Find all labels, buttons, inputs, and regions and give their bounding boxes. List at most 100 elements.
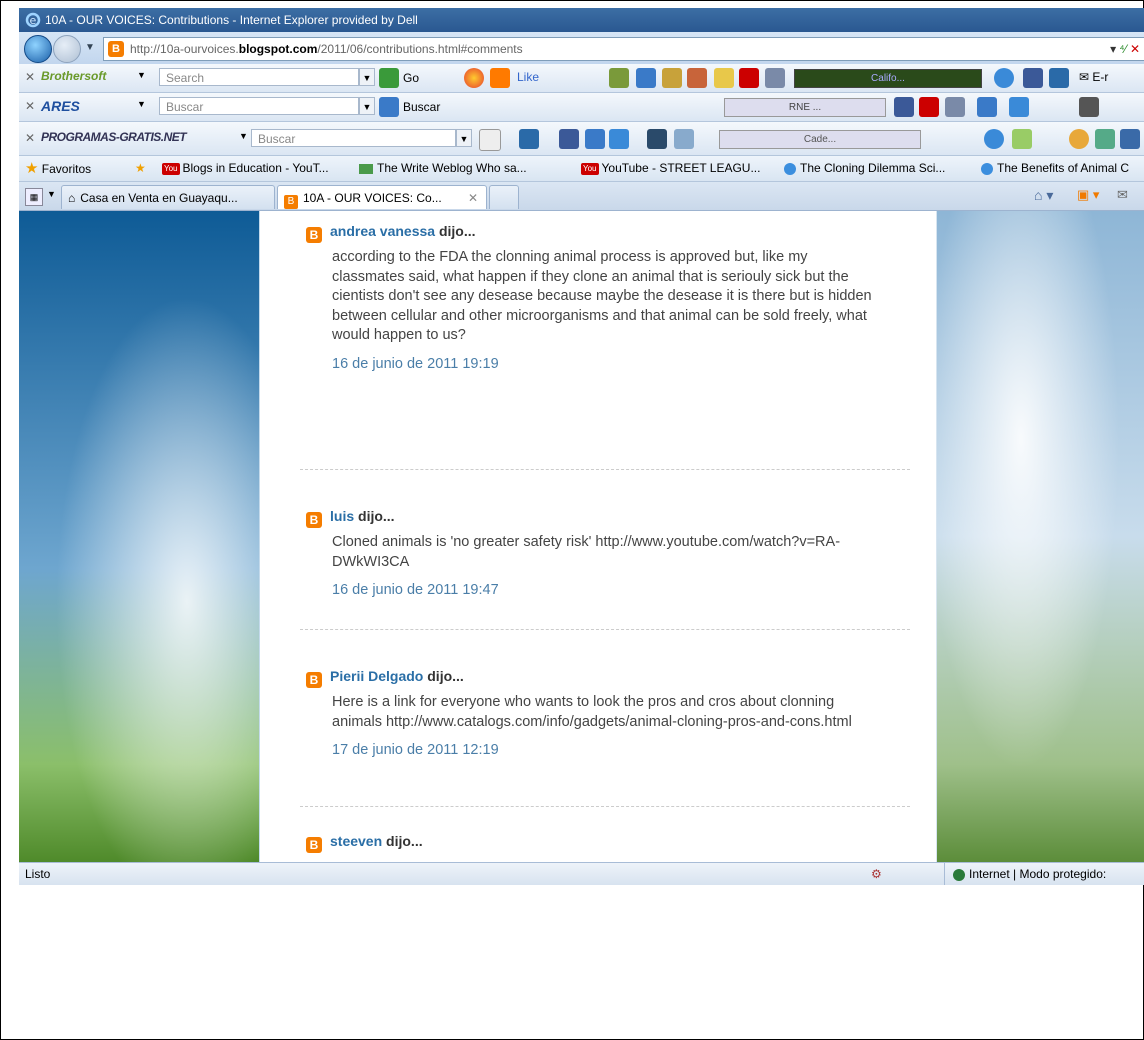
- favorite-link[interactable]: You Blogs in Education - YouT...: [162, 156, 329, 181]
- game-icon[interactable]: [674, 129, 694, 149]
- blogger-icon: B: [108, 41, 124, 57]
- programas-toolbar: ✕ PROGRAMAS-GRATIS.NET ▼ Buscar ▼ Cade..…: [19, 122, 1144, 156]
- address-input[interactable]: Bhttp://10a-ourvoices.blogspot.com/2011/…: [103, 37, 1144, 61]
- home-icon[interactable]: ⌂ ▾: [1034, 187, 1053, 204]
- chrome-icon[interactable]: [464, 68, 484, 88]
- favorites-label: Favoritos: [41, 162, 92, 176]
- search-icon[interactable]: [479, 129, 501, 151]
- mail-icon[interactable]: ✉: [1117, 187, 1128, 203]
- close-toolbar-icon[interactable]: ✕: [25, 99, 35, 113]
- popup-blocker-icon[interactable]: ⚙: [871, 863, 882, 885]
- ie-icon: [784, 162, 796, 175]
- chevron-down-icon[interactable]: ▼: [239, 131, 248, 141]
- tv-icon[interactable]: [765, 68, 785, 88]
- search-icon[interactable]: [379, 68, 399, 88]
- grid-icon[interactable]: [636, 68, 656, 88]
- ares-search-input[interactable]: Buscar: [159, 97, 359, 115]
- radio-player[interactable]: RNE ...: [724, 98, 886, 117]
- youtube-icon: You: [162, 162, 180, 175]
- close-toolbar-icon[interactable]: ✕: [25, 70, 35, 84]
- author-link[interactable]: steeven: [330, 833, 382, 849]
- favorites-button[interactable]: ★ Favoritos: [25, 156, 91, 182]
- youtube-icon: You: [581, 162, 599, 175]
- social-icon[interactable]: [1009, 97, 1029, 117]
- add-favorite-icon[interactable]: ★: [135, 156, 146, 181]
- pacman-icon[interactable]: [490, 68, 510, 88]
- youtube-icon[interactable]: [919, 97, 939, 117]
- sun-icon[interactable]: [1069, 129, 1089, 149]
- search-dropdown-button[interactable]: ▼: [359, 97, 375, 115]
- mail-icon[interactable]: [1120, 129, 1140, 149]
- tab-casa[interactable]: ⌂ Casa en Venta en Guayaqu...: [61, 185, 275, 209]
- search-button[interactable]: Buscar: [403, 100, 440, 114]
- favorite-label: Blogs in Education - YouT...: [182, 161, 329, 175]
- favorite-link[interactable]: The Cloning Dilemma Sci...: [784, 156, 945, 181]
- comment-date[interactable]: 16 de junio de 2011 19:19: [332, 356, 906, 372]
- author-link[interactable]: andrea vanessa: [330, 223, 435, 239]
- forward-button[interactable]: [53, 35, 81, 63]
- youtube-icon[interactable]: [739, 68, 759, 88]
- like-button[interactable]: Like: [517, 70, 539, 84]
- refresh-stop-icons[interactable]: ▾ ⁴⁄ ✕: [1110, 38, 1140, 60]
- tab-list-dropdown-icon[interactable]: ▼: [47, 189, 56, 199]
- tab-bar: ▦ ▼ ⌂ Casa en Venta en Guayaqu... B 10A - …: [19, 182, 1144, 211]
- quick-tabs-icon[interactable]: ▦: [25, 188, 43, 206]
- comment-author: B Pierii Delgado dijo...: [306, 666, 906, 688]
- chevron-down-icon[interactable]: ▼: [137, 70, 146, 80]
- tv-icon[interactable]: [945, 97, 965, 117]
- search-icon[interactable]: [379, 97, 399, 117]
- radio-player[interactable]: Califo...: [794, 69, 982, 88]
- security-zone[interactable]: Internet | Modo protegido:: [953, 863, 1106, 885]
- favorite-link[interactable]: The Write Weblog Who sa...: [359, 156, 527, 181]
- app-icon[interactable]: [519, 129, 539, 149]
- app-icon[interactable]: [1079, 97, 1099, 117]
- background-sky-right: [937, 211, 1144, 862]
- close-tab-icon[interactable]: ✕: [468, 186, 478, 209]
- comment-date[interactable]: 17 de junio de 2011 12:19: [332, 742, 906, 758]
- tv-icon[interactable]: [1095, 129, 1115, 149]
- close-toolbar-icon[interactable]: ✕: [25, 131, 35, 145]
- favorite-link[interactable]: You YouTube - STREET LEAGU...: [581, 156, 760, 181]
- network-icon[interactable]: [994, 68, 1014, 88]
- programas-logo: PROGRAMAS-GRATIS.NET: [41, 130, 187, 144]
- user-icon[interactable]: [1012, 129, 1032, 149]
- smiley-icon[interactable]: [984, 129, 1004, 149]
- search-dropdown-button[interactable]: ▼: [359, 68, 375, 86]
- svg-text:e: e: [30, 14, 37, 27]
- facebook-icon[interactable]: [1023, 68, 1043, 88]
- blogger-icon: B: [306, 672, 322, 688]
- author-link[interactable]: luis: [330, 508, 354, 524]
- globe-icon: [953, 868, 965, 881]
- home-icon: ⌂: [68, 191, 76, 205]
- messenger-icon[interactable]: [1049, 68, 1069, 88]
- radio-player[interactable]: Cade...: [719, 130, 921, 149]
- tab-our-voices[interactable]: B 10A - OUR VOICES: Co... ✕: [277, 185, 487, 209]
- email-button[interactable]: ✉ E-r: [1079, 70, 1108, 84]
- author-link[interactable]: Pierii Delgado: [330, 668, 423, 684]
- zone-label: Internet | Modo protegido:: [969, 867, 1107, 881]
- search-dropdown-button[interactable]: ▼: [456, 129, 472, 147]
- favorite-link[interactable]: The Benefits of Animal C: [981, 156, 1129, 181]
- new-tab-button[interactable]: [489, 185, 519, 209]
- comment-body: according to the FDA the clonning animal…: [332, 249, 872, 343]
- programas-search-input[interactable]: Buscar: [251, 129, 456, 147]
- media-icon[interactable]: [647, 129, 667, 149]
- chat-icon[interactable]: [714, 68, 734, 88]
- chevron-down-icon[interactable]: ▼: [137, 99, 146, 109]
- back-button[interactable]: [24, 35, 52, 63]
- tools-icon[interactable]: [662, 68, 682, 88]
- facebook-icon[interactable]: [894, 97, 914, 117]
- feeds-icon[interactable]: ▣ ▾: [1077, 187, 1099, 203]
- status-text: Listo: [25, 867, 51, 881]
- star-icon: ★: [25, 160, 39, 177]
- photo-icon[interactable]: [609, 68, 629, 88]
- comment-date[interactable]: 16 de junio de 2011 19:47: [332, 582, 906, 598]
- chat-icon[interactable]: [585, 129, 605, 149]
- tv-icon[interactable]: [609, 129, 629, 149]
- history-dropdown-icon[interactable]: ▼: [85, 42, 95, 53]
- brothersoft-search-input[interactable]: Search: [159, 68, 359, 86]
- game-icon[interactable]: [687, 68, 707, 88]
- go-button[interactable]: Go: [403, 71, 419, 85]
- game-icon[interactable]: [977, 97, 997, 117]
- facebook-icon[interactable]: [559, 129, 579, 149]
